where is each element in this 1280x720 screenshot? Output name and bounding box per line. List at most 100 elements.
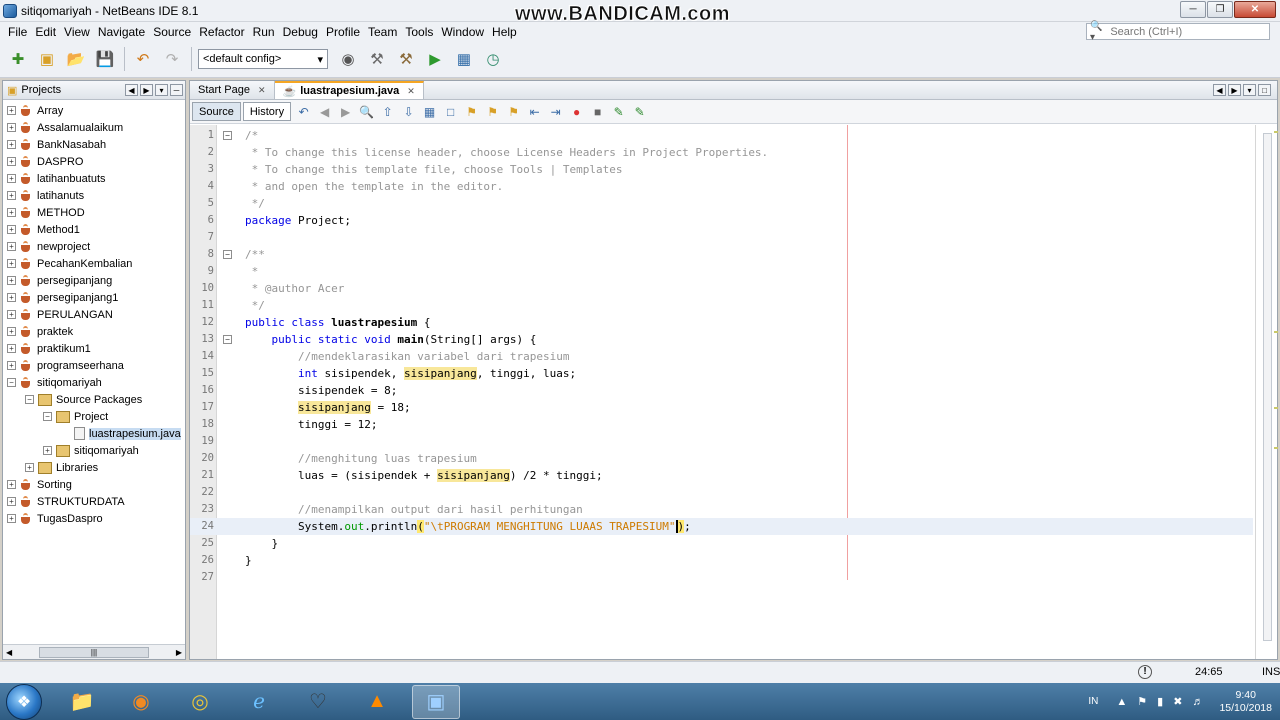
start-button[interactable]: ❖ xyxy=(6,683,42,720)
find-next-icon[interactable]: ⇩ xyxy=(401,104,416,119)
uncomment-icon[interactable]: ✎ xyxy=(632,104,647,119)
code-line[interactable]: 24 System.out.println("\tPROGRAM MENGHIT… xyxy=(190,518,1253,535)
code-line[interactable]: 27 xyxy=(190,569,1253,586)
code-line[interactable]: 7 xyxy=(190,229,1253,246)
expand-icon[interactable]: + xyxy=(7,123,16,132)
code-line[interactable]: 9 * xyxy=(190,263,1253,280)
debug-icon[interactable]: ▦ xyxy=(452,47,476,71)
prev-bookmark-icon[interactable]: ⚑ xyxy=(464,104,479,119)
tree-item[interactable]: + Assalamualaikum xyxy=(3,119,185,136)
search-input[interactable] xyxy=(1110,25,1269,38)
chrome-icon[interactable]: ◎ xyxy=(176,685,224,719)
code-line[interactable]: 10 * @author Acer xyxy=(190,280,1253,297)
tabs-right-icon[interactable]: ▶ xyxy=(1228,84,1241,96)
code-line[interactable]: 13− public static void main(String[] arg… xyxy=(190,331,1253,348)
code-line[interactable]: 26} xyxy=(190,552,1253,569)
tree-item[interactable]: + praktikum1 xyxy=(3,340,185,357)
shift-left-icon[interactable]: ⇤ xyxy=(527,104,542,119)
scroll-right-icon[interactable]: ▶ xyxy=(176,648,182,657)
shift-right-icon[interactable]: ⇥ xyxy=(548,104,563,119)
code-line[interactable]: 2 * To change this license header, choos… xyxy=(190,144,1253,161)
fold-toggle-icon[interactable]: − xyxy=(223,250,232,259)
tree-item[interactable]: + persegipanjang xyxy=(3,272,185,289)
menu-debug[interactable]: Debug xyxy=(279,25,322,39)
open-project-icon[interactable]: 📂 xyxy=(64,47,88,71)
maximize-button[interactable]: ❐ xyxy=(1207,1,1233,18)
run-icon[interactable]: ▶ xyxy=(423,47,447,71)
new-file-icon[interactable]: ✚ xyxy=(6,47,30,71)
menu-navigate[interactable]: Navigate xyxy=(94,25,149,39)
new-project-icon[interactable]: ▣ xyxy=(35,47,59,71)
code-line[interactable]: 21 luas = (sisipendek + sisipanjang) /2 … xyxy=(190,467,1253,484)
expand-icon[interactable]: + xyxy=(7,259,16,268)
selection-icon[interactable]: □ xyxy=(443,104,458,119)
tabs-left-icon[interactable]: ◀ xyxy=(1213,84,1226,96)
menu-file[interactable]: File xyxy=(4,25,31,39)
expand-icon[interactable]: + xyxy=(7,208,16,217)
tree-item[interactable]: + TugasDaspro xyxy=(3,510,185,527)
code-line[interactable]: 25 } xyxy=(190,535,1253,552)
tab-start-page[interactable]: Start Page ✕ xyxy=(190,81,275,99)
tree-item[interactable]: + newproject xyxy=(3,238,185,255)
menu-help[interactable]: Help xyxy=(488,25,521,39)
expand-icon[interactable]: + xyxy=(7,361,16,370)
editor-scroll-thumb[interactable] xyxy=(1264,134,1271,640)
comment-icon[interactable]: ✎ xyxy=(611,104,626,119)
code-line[interactable]: 4 * and open the template in the editor. xyxy=(190,178,1253,195)
battery-icon[interactable]: ▮ xyxy=(1157,695,1163,708)
source-view-tab[interactable]: Source xyxy=(192,102,241,121)
redo-icon[interactable]: ↷ xyxy=(160,47,184,71)
menu-team[interactable]: Team xyxy=(364,25,401,39)
expand-icon[interactable]: + xyxy=(7,157,16,166)
expand-icon[interactable]: + xyxy=(7,514,16,523)
panel-menu-icon[interactable]: ▾ xyxy=(155,84,168,96)
globe-icon[interactable]: ◉ xyxy=(336,47,360,71)
tree-item[interactable]: + METHOD xyxy=(3,204,185,221)
tree-item[interactable]: + PecahanKembalian xyxy=(3,255,185,272)
last-edit-icon[interactable]: ↶ xyxy=(296,104,311,119)
editor-maximize-icon[interactable]: □ xyxy=(1258,84,1271,96)
menu-edit[interactable]: Edit xyxy=(31,25,60,39)
code-line[interactable]: 20 //menghitung luas trapesium xyxy=(190,450,1253,467)
tree-item[interactable]: + latihanuts xyxy=(3,187,185,204)
expand-icon[interactable]: + xyxy=(7,344,16,353)
minimize-button[interactable]: ─ xyxy=(1180,1,1206,18)
flag-icon[interactable]: ⚑ xyxy=(1137,695,1147,708)
tab-luastrapesium-java[interactable]: ☕ luastrapesium.java ✕ xyxy=(274,81,424,99)
next-bookmark-icon[interactable]: ⚑ xyxy=(485,104,500,119)
code-line[interactable]: 8− /** xyxy=(190,246,1253,263)
network-icon[interactable]: ✖ xyxy=(1173,695,1182,708)
close-tab-icon[interactable]: ✕ xyxy=(407,86,415,97)
scroll-thumb[interactable]: ||| xyxy=(39,646,149,658)
fold-toggle-icon[interactable]: − xyxy=(223,335,232,344)
code-line[interactable]: 6 package Project; xyxy=(190,212,1253,229)
expand-icon[interactable]: + xyxy=(7,480,16,489)
menu-source[interactable]: Source xyxy=(149,25,195,39)
expand-icon[interactable]: + xyxy=(25,463,34,472)
collapse-icon[interactable]: − xyxy=(7,378,16,387)
profile-icon[interactable]: ◷ xyxy=(481,47,505,71)
tree-item[interactable]: + DASPRO xyxy=(3,153,185,170)
forward-icon[interactable]: ▶ xyxy=(338,104,353,119)
stop-macro-icon[interactable]: ■ xyxy=(590,104,605,119)
scroll-left-icon[interactable]: ◀ xyxy=(6,648,12,657)
expand-icon[interactable]: + xyxy=(7,242,16,251)
code-line[interactable]: 14 //mendeklarasikan variabel dari trape… xyxy=(190,348,1253,365)
history-view-tab[interactable]: History xyxy=(242,102,292,121)
menu-tools[interactable]: Tools xyxy=(401,25,437,39)
code-line[interactable]: 3 * To change this template file, choose… xyxy=(190,161,1253,178)
expand-icon[interactable]: + xyxy=(7,497,16,506)
expand-icon[interactable]: + xyxy=(7,106,16,115)
expand-icon[interactable]: + xyxy=(7,140,16,149)
projects-horizontal-scrollbar[interactable]: ◀ ||| ▶ xyxy=(3,644,185,659)
tree-item[interactable]: + praktek xyxy=(3,323,185,340)
tabs-list-icon[interactable]: ▾ xyxy=(1243,84,1256,96)
panel-right-icon[interactable]: ▶ xyxy=(140,84,153,96)
tree-item[interactable]: + Method1 xyxy=(3,221,185,238)
tree-item[interactable]: + STRUKTURDATA xyxy=(3,493,185,510)
config-select[interactable]: <default config> ▾ xyxy=(198,49,328,69)
panel-left-icon[interactable]: ◀ xyxy=(125,84,138,96)
back-icon[interactable]: ◀ xyxy=(317,104,332,119)
menu-view[interactable]: View xyxy=(60,25,94,39)
menu-profile[interactable]: Profile xyxy=(322,25,364,39)
